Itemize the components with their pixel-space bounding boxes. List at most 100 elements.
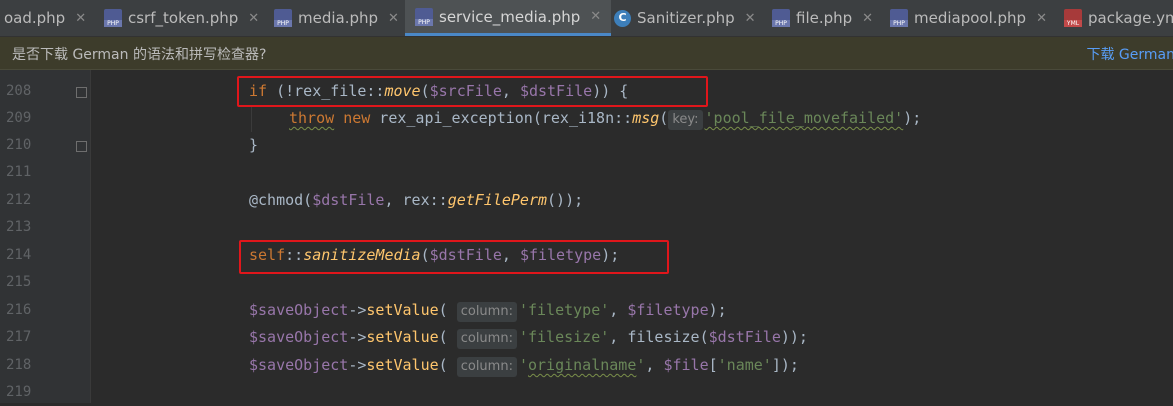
code-text: ( [438, 301, 457, 319]
code-text: , [645, 356, 664, 374]
tab-oad-php[interactable]: oad.php ✕ [4, 0, 86, 36]
line-number: 210 [6, 137, 32, 153]
tab-service-media-php[interactable]: service_media.php ✕ [405, 0, 612, 36]
string-literal: 'filesize' [518, 328, 610, 346]
code-editor[interactable]: if (!rex_file::move($srcFile, $dstFile))… [91, 70, 1173, 403]
code-text: -> [348, 328, 367, 346]
function-name: sanitizeMedia [303, 246, 421, 264]
tab-label: csrf_token.php [128, 9, 239, 27]
close-icon[interactable]: ✕ [862, 11, 873, 26]
tab-label: media.php [298, 9, 379, 27]
variable: $dstFile [312, 191, 385, 209]
php-file-icon [890, 9, 908, 27]
notification-message: 是否下载 German 的语法和拼写检查器? [12, 47, 267, 63]
string-literal: originalname [528, 356, 637, 374]
tab-package-yml[interactable]: package.yml [1064, 0, 1173, 36]
code-line-210: } [249, 136, 259, 154]
editor-tab-bar: oad.php ✕ csrf_token.php ✕ media.php ✕ s… [0, 0, 1173, 37]
line-number-gutter: 208 209 210 211 212 213 214 215 216 217 … [0, 70, 91, 403]
tab-sanitizer-php[interactable]: Sanitizer.php ✕ [614, 0, 756, 36]
code-text: , filesize( [609, 328, 709, 346]
variable: $filetype [627, 301, 709, 319]
parameter-hint: key: [668, 110, 703, 130]
fold-marker-icon[interactable] [76, 87, 87, 98]
code-text: , [609, 301, 628, 319]
code-text: ( [659, 109, 669, 127]
function-name: setValue [366, 328, 439, 346]
code-text: [ [708, 356, 718, 374]
line-number: 211 [6, 164, 32, 180]
php-file-icon [415, 7, 433, 26]
code-text: -> [348, 356, 367, 374]
function-name: msg [632, 109, 660, 127]
tab-label: mediapool.php [914, 9, 1027, 27]
code-text: ( [420, 82, 430, 100]
code-text: ( [420, 246, 430, 264]
close-icon[interactable]: ✕ [1036, 11, 1047, 26]
line-number: 208 [6, 83, 32, 99]
close-icon[interactable]: ✕ [75, 11, 86, 26]
variable: $srcFile [429, 82, 502, 100]
code-text: (!rex_file:: [267, 82, 385, 100]
code-text: ()); [547, 191, 584, 209]
line-number: 216 [6, 302, 32, 318]
keyword: new [343, 109, 371, 127]
tab-label: Sanitizer.php [637, 9, 735, 27]
close-icon[interactable]: ✕ [248, 11, 259, 26]
tab-label: service_media.php [439, 7, 581, 26]
close-icon[interactable]: ✕ [590, 9, 601, 24]
code-line-217: $saveObject->setValue( column:'filesize'… [249, 324, 808, 351]
php-class-icon [614, 9, 631, 27]
code-text: rex_api_exception(rex_i18n:: [370, 109, 633, 127]
variable: $dstFile [519, 82, 593, 100]
line-number: 214 [6, 247, 32, 263]
tab-media-php[interactable]: media.php ✕ [274, 0, 399, 36]
parameter-hint: column: [456, 357, 517, 377]
php-file-icon [104, 9, 122, 27]
code-line-214: self::sanitizeMedia($dstFile, $filetype)… [249, 242, 619, 269]
code-text: ( [438, 328, 457, 346]
keyword: throw [289, 109, 335, 127]
variable: $filetype [519, 246, 602, 264]
code-text: :: [285, 246, 304, 264]
string-literal: 'pool_file_movefailed' [704, 109, 904, 127]
keyword: self [249, 246, 286, 264]
tab-mediapool-php[interactable]: mediapool.php ✕ [890, 0, 1047, 36]
code-text: ); [903, 109, 922, 127]
line-number: 218 [6, 357, 32, 373]
line-number: 215 [6, 274, 32, 290]
string-literal: ' [518, 356, 528, 374]
variable: $saveObject [249, 301, 349, 319]
parameter-hint: column: [456, 329, 517, 349]
php-file-icon [274, 9, 292, 27]
line-number: 213 [6, 219, 32, 235]
close-icon[interactable]: ✕ [745, 11, 756, 26]
code-text: , [501, 82, 520, 100]
indent-guide [251, 105, 252, 132]
tab-file-php[interactable]: file.php ✕ [772, 0, 873, 36]
function-name: setValue [366, 356, 439, 374]
function-name: setValue [366, 301, 439, 319]
line-number: 219 [6, 384, 32, 400]
variable: $saveObject [249, 356, 349, 374]
function-name: getFilePerm [447, 191, 548, 209]
tab-label: package.yml [1088, 9, 1173, 27]
line-number: 217 [6, 329, 32, 345]
variable: $file [663, 356, 709, 374]
download-dictionary-link[interactable]: 下载 German [1086, 44, 1173, 64]
code-text: ); [601, 246, 620, 264]
php-file-icon [772, 9, 790, 27]
string-literal: 'filetype' [518, 301, 610, 319]
variable: $dstFile [708, 328, 781, 346]
code-text: ]); [771, 356, 799, 374]
tab-csrf-token-php[interactable]: csrf_token.php ✕ [104, 0, 259, 36]
variable: $saveObject [249, 328, 349, 346]
function-name: move [384, 82, 421, 100]
yml-file-icon [1064, 9, 1082, 27]
code-text: ); [708, 301, 727, 319]
fold-marker-icon[interactable] [76, 141, 87, 152]
string-literal: 'name' [717, 356, 772, 374]
code-text: , [501, 246, 520, 264]
spellcheck-notification-bar: 是否下载 German 的语法和拼写检查器? 下载 German [0, 37, 1173, 70]
close-icon[interactable]: ✕ [388, 11, 399, 26]
